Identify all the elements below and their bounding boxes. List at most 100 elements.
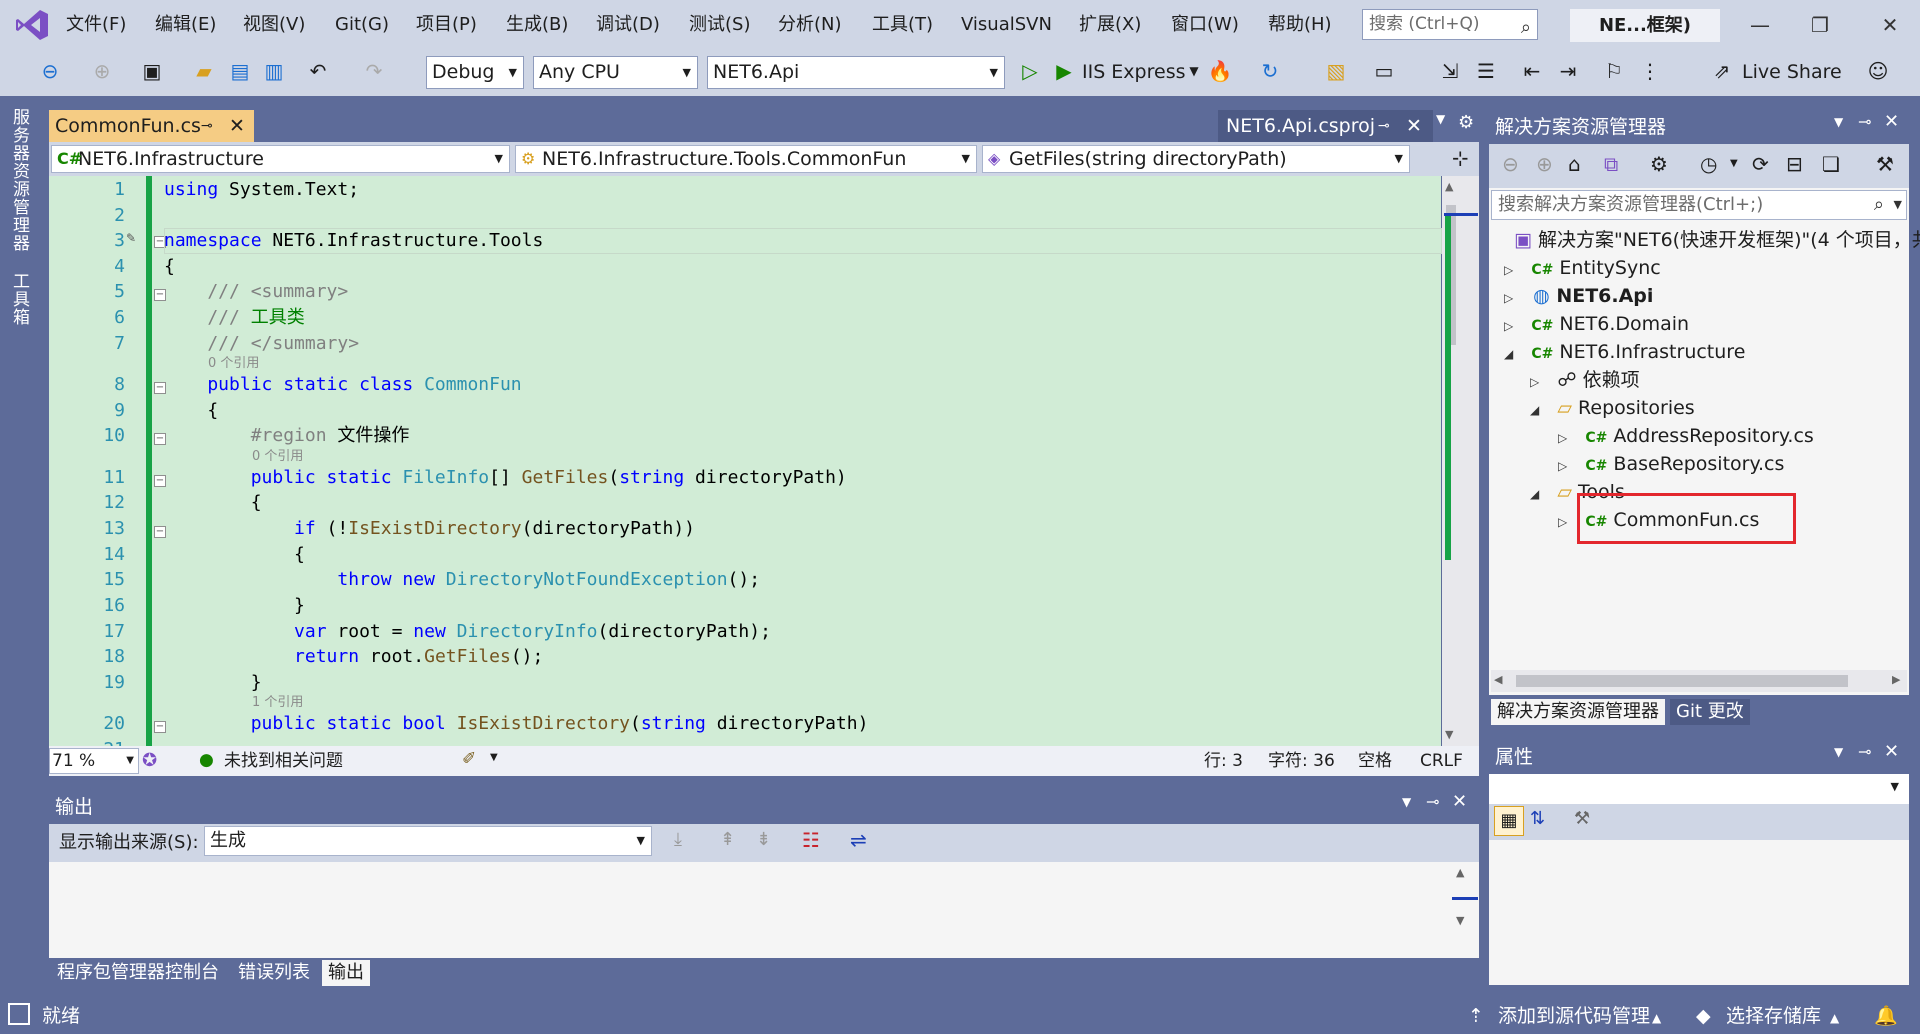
restore-icon[interactable]: ❐	[1790, 0, 1850, 50]
pin-icon[interactable]: ⊸	[1858, 112, 1871, 131]
pin-icon[interactable]: ⊸	[201, 110, 213, 142]
project-nav-dropdown[interactable]: C# NET6.Infrastructure ▼	[51, 145, 510, 173]
settings-gear-icon[interactable]: ⚙	[1458, 112, 1474, 133]
menu-build[interactable]: 生成(B)	[506, 0, 568, 50]
char-indicator[interactable]: 字符: 36	[1268, 746, 1335, 776]
redo-icon[interactable]: ↷	[360, 56, 388, 86]
step-icon[interactable]: ⇲	[1436, 56, 1464, 86]
comment-icon[interactable]: ⋮	[1636, 56, 1664, 86]
clear-all-icon[interactable]: ☷	[802, 828, 820, 852]
new-project-icon[interactable]: ▣	[138, 56, 166, 86]
line-ending-indicator[interactable]: CRLF	[1420, 746, 1463, 776]
scrollbar-thumb[interactable]	[1516, 675, 1848, 687]
tab-git-changes[interactable]: Git 更改	[1670, 699, 1750, 725]
solution-search-input[interactable]: 搜索解决方案资源管理器(Ctrl+;) ⌕ ▼	[1491, 190, 1907, 220]
history-icon[interactable]: ◷	[1700, 152, 1717, 176]
config-dropdown[interactable]: Debug ▼	[426, 56, 524, 89]
collapse-all-icon[interactable]: ⊟	[1786, 152, 1803, 176]
back-icon[interactable]: ⊖	[1502, 152, 1519, 176]
expand-arrow-icon[interactable]: ▷	[1504, 291, 1513, 305]
chevron-down-icon[interactable]: ▼	[490, 752, 498, 763]
forward-icon[interactable]: ⊕	[88, 56, 116, 86]
collapse-arrow-icon[interactable]: ◢	[1504, 347, 1513, 361]
open-file-icon[interactable]: ▰	[190, 56, 218, 86]
tab-net6-api-csproj[interactable]: NET6.Api.csproj ⊸ ✕	[1218, 110, 1433, 142]
word-wrap-icon[interactable]: ⇌	[850, 828, 867, 852]
switch-views-icon[interactable]: ⧉	[1604, 152, 1618, 176]
tab-error-list[interactable]: 错误列表	[232, 960, 316, 986]
tree-folder-repositories[interactable]: ◢ ▱ Repositories	[1530, 394, 1695, 422]
bookmark-icon[interactable]: ⚐	[1600, 56, 1628, 86]
start-without-debug-icon[interactable]: ▷	[1016, 56, 1044, 86]
issues-status[interactable]: 未找到相关问题	[224, 746, 343, 776]
close-tab-icon[interactable]: ✕	[1406, 110, 1422, 142]
scroll-right-icon[interactable]: ▶	[1892, 673, 1900, 686]
layout-icon[interactable]: ▭	[1370, 56, 1398, 86]
save-all-icon[interactable]: ▥	[260, 56, 288, 86]
expand-arrow-icon[interactable]: ▷	[1504, 263, 1513, 277]
select-repository-button[interactable]: 选择存储库	[1726, 998, 1821, 1034]
menu-project[interactable]: 项目(P)	[416, 0, 477, 50]
quick-action-icon[interactable]: ✎	[126, 231, 136, 245]
menu-edit[interactable]: 编辑(E)	[155, 0, 216, 50]
search-input[interactable]: 搜索 (Ctrl+Q) ⌕	[1362, 9, 1538, 40]
class-nav-dropdown[interactable]: ⚙ NET6.Infrastructure.Tools.CommonFun ▼	[515, 145, 977, 173]
tab-package-manager-console[interactable]: 程序包管理器控制台	[51, 960, 225, 986]
close-icon[interactable]: ✕	[1452, 791, 1467, 812]
expand-arrow-icon[interactable]: ▷	[1530, 375, 1539, 389]
property-pages-wrench-icon[interactable]: ⚒	[1574, 808, 1590, 829]
back-icon[interactable]: ⊖	[36, 56, 64, 86]
line-indicator[interactable]: 行: 3	[1204, 746, 1243, 776]
refresh-icon[interactable]: ↻	[1256, 56, 1284, 86]
next-message-icon[interactable]: ⇟	[756, 829, 771, 850]
tree-file-baserepository[interactable]: ▷ C# BaseRepository.cs	[1558, 450, 1784, 478]
tab-list-chevron-icon[interactable]: ▼	[1436, 112, 1445, 126]
expand-arrow-icon[interactable]: ▷	[1558, 459, 1567, 473]
find-message-icon[interactable]: ⤓	[674, 829, 682, 850]
close-icon[interactable]: ✕	[1860, 0, 1920, 50]
tree-solution-root[interactable]: ▣ 解决方案"NET6(快速开发框架)"(4 个项目，共	[1514, 226, 1920, 254]
tree-file-addressrepository[interactable]: ▷ C# AddressRepository.cs	[1558, 422, 1814, 450]
outdent-icon[interactable]: ⇤	[1518, 56, 1546, 86]
menu-git[interactable]: Git(G)	[335, 0, 389, 50]
add-to-source-control-button[interactable]: 添加到源代码管理	[1498, 998, 1650, 1034]
chevron-down-icon[interactable]: ▼	[1834, 115, 1843, 129]
live-share-button[interactable]: Live Share	[1742, 56, 1842, 89]
tab-commonfun[interactable]: CommonFun.cs ⊸ ✕	[49, 110, 254, 142]
scroll-up-icon[interactable]: ▲	[1445, 180, 1453, 193]
chevron-down-icon[interactable]: ▼	[1402, 795, 1411, 809]
menu-visualsvn[interactable]: VisualSVN	[961, 0, 1052, 50]
pin-icon[interactable]: ⊸	[1426, 792, 1439, 811]
pin-icon[interactable]: ⊸	[1378, 110, 1390, 142]
chevron-down-icon[interactable]: ▼	[1834, 745, 1843, 759]
codelens-references[interactable]: 1 个引用	[252, 695, 303, 711]
sync-icon[interactable]: ⟳	[1752, 152, 1769, 176]
zoom-dropdown[interactable]: 71 % ▼	[49, 748, 139, 774]
split-editor-icon[interactable]: ⊹	[1452, 146, 1469, 170]
chevron-up-icon[interactable]: ▲	[1830, 1000, 1839, 1034]
alphabetical-icon[interactable]: ⇅	[1530, 808, 1545, 829]
output-status-icon[interactable]	[8, 1003, 30, 1025]
save-icon[interactable]: ▤	[226, 56, 254, 86]
prev-message-icon[interactable]: ⇞	[720, 829, 735, 850]
menu-window[interactable]: 窗口(W)	[1171, 0, 1239, 50]
tree-project-net6-domain[interactable]: ▷ C# NET6.Domain	[1504, 310, 1689, 338]
scroll-left-icon[interactable]: ◀	[1494, 673, 1502, 686]
toolbox-tab[interactable]: 工具箱	[9, 272, 32, 326]
notifications-bell-icon[interactable]: 🔔	[1874, 998, 1898, 1034]
chevron-down-icon[interactable]: ▼	[1730, 158, 1738, 169]
expand-arrow-icon[interactable]: ▷	[1558, 515, 1567, 529]
whitespace-indicator[interactable]: 空格	[1358, 746, 1392, 776]
collapse-arrow-icon[interactable]: ◢	[1530, 403, 1539, 417]
menu-view[interactable]: 视图(V)	[243, 0, 305, 50]
home-icon[interactable]: ⌂	[1568, 152, 1581, 176]
tree-project-net6-infrastructure[interactable]: ◢ C# NET6.Infrastructure	[1504, 338, 1745, 366]
output-text-area[interactable]	[49, 862, 1441, 956]
expand-arrow-icon[interactable]: ▷	[1558, 431, 1567, 445]
undo-icon[interactable]: ↶	[304, 56, 332, 86]
close-tab-icon[interactable]: ✕	[229, 110, 245, 142]
server-explorer-tab[interactable]: 服务器资源管理器	[9, 108, 32, 252]
codelens-references[interactable]: 0 个引用	[252, 449, 303, 465]
start-debug-icon[interactable]: ▶	[1050, 56, 1078, 86]
feedback-icon[interactable]: ☺	[1864, 56, 1892, 86]
